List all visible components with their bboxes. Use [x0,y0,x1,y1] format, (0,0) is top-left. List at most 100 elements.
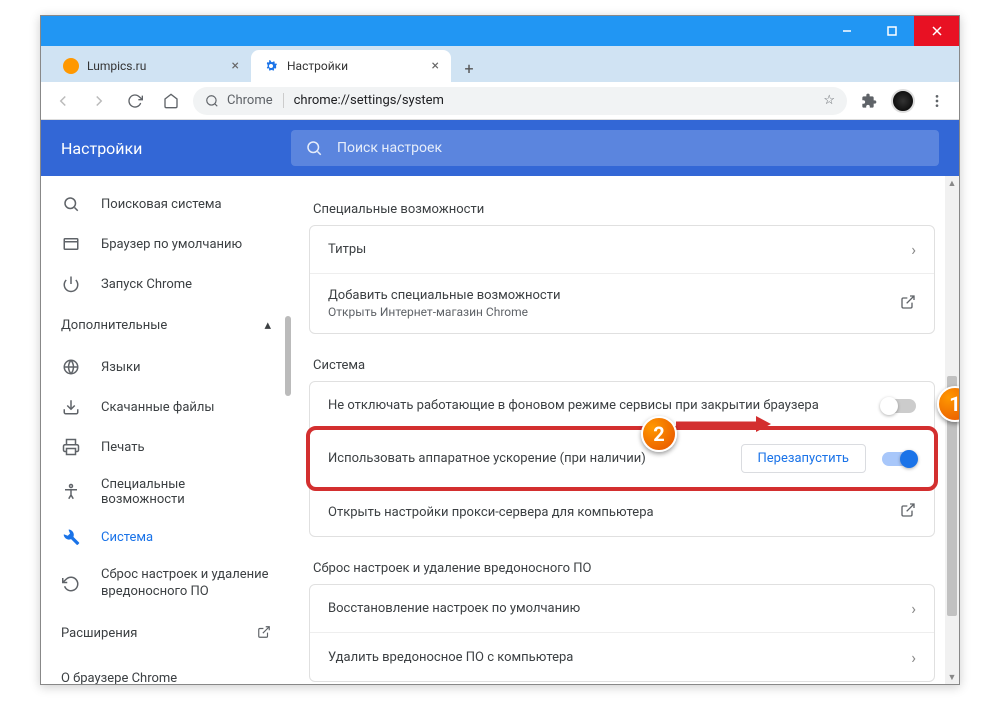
url-text: chrome://settings/system [294,93,444,108]
bookmark-star-icon[interactable]: ☆ [823,93,835,108]
row-label: Не отключать работающие в фоновом режиме… [328,398,882,413]
restore-defaults-row[interactable]: Восстановление настроек по умолчанию › [310,585,934,633]
sidebar-item-label: Скачанные файлы [101,400,215,415]
search-placeholder: Поиск настроек [337,140,442,156]
sidebar-item-downloads[interactable]: Скачанные файлы [41,387,291,427]
section-accessibility-title: Специальные возможности [309,194,935,225]
chevron-right-icon: › [911,648,916,667]
sidebar-advanced-toggle[interactable]: Дополнительные ▴ [41,304,291,347]
address-bar[interactable]: Chrome chrome://settings/system ☆ [193,87,847,115]
settings-sidebar: Поисковая система Браузер по умолчанию З… [41,176,291,684]
sidebar-item-label: Поисковая система [101,197,222,212]
chevron-right-icon: › [911,599,916,618]
back-button[interactable] [49,87,77,115]
cleanup-row[interactable]: Удалить вредоносное ПО с компьютера › [310,633,934,681]
sidebar-item-label: Печать [101,440,145,455]
section-reset-title: Сброс настроек и удаление вредоносного П… [309,553,935,584]
row-sublabel: Открыть Интернет-магазин Chrome [328,305,900,319]
tab-title: Настройки [287,59,348,73]
sidebar-item-languages[interactable]: Языки [41,347,291,387]
tab-strip: Lumpics.ru × Настройки × + [41,46,959,82]
sidebar-item-print[interactable]: Печать [41,427,291,467]
print-icon [61,437,81,457]
tab-close-icon[interactable]: × [232,58,239,74]
main-scrollbar-track[interactable]: ▲ ▼ [945,176,959,684]
hardware-accel-row[interactable]: Использовать аппаратное ускорение (при н… [310,430,934,488]
row-label: Использовать аппаратное ускорение (при н… [328,451,741,466]
settings-search-input[interactable]: Поиск настроек [291,130,939,166]
row-label: Титры [328,242,911,257]
background-apps-row[interactable]: Не отключать работающие в фоновом режиме… [310,382,934,430]
captions-row[interactable]: Титры › [310,226,934,274]
download-icon [61,397,81,417]
browser-icon [61,234,81,254]
row-label: Восстановление настроек по умолчанию [328,601,911,616]
external-link-icon [900,502,916,522]
browser-window: Lumpics.ru × Настройки × + Chrome chrome… [40,15,960,685]
new-tab-button[interactable]: + [455,54,483,82]
menu-button[interactable] [923,87,951,115]
forward-button[interactable] [85,87,113,115]
sidebar-about-link[interactable]: О браузере Chrome [41,657,291,684]
relaunch-button[interactable]: Перезапустить [741,444,866,473]
background-apps-toggle[interactable] [882,399,916,413]
sidebar-item-default-browser[interactable]: Браузер по умолчанию [41,224,291,264]
proxy-settings-row[interactable]: Открыть настройки прокси-сервера для ком… [310,488,934,536]
extensions-button[interactable] [855,87,883,115]
reset-card: Восстановление настроек по умолчанию › У… [309,584,935,682]
scroll-down-arrow[interactable]: ▼ [945,670,959,684]
sidebar-item-accessibility[interactable]: Специальные возможности [41,467,291,517]
row-label: Добавить специальные возможности Открыть… [328,288,900,319]
browser-toolbar: Chrome chrome://settings/system ☆ [41,82,959,120]
reset-icon [61,574,81,594]
sidebar-item-label: Сброс настроек и удаление вредоносного П… [101,567,271,601]
reload-button[interactable] [121,87,149,115]
window-close-button[interactable] [914,16,959,46]
tab-favicon [63,58,79,74]
tab-close-icon[interactable]: × [432,58,439,74]
row-label: Открыть настройки прокси-сервера для ком… [328,505,900,520]
accessibility-icon [61,482,81,502]
sidebar-extensions-link[interactable]: Расширения [41,611,291,657]
sidebar-item-reset[interactable]: Сброс настроек и удаление вредоносного П… [41,557,291,611]
tab-title: Lumpics.ru [87,59,146,73]
sidebar-item-label: Специальные возможности [101,477,271,507]
external-link-icon [900,294,916,314]
sidebar-extensions-label: Расширения [61,626,137,641]
chevron-up-icon: ▴ [264,318,271,333]
search-icon [305,139,323,157]
globe-icon [61,357,81,377]
sidebar-advanced-label: Дополнительные [61,318,167,333]
hardware-accel-toggle[interactable] [882,452,916,466]
system-card: Не отключать работающие в фоновом режиме… [309,381,935,537]
power-icon [61,274,81,294]
sidebar-item-label: Браузер по умолчанию [101,237,242,252]
window-minimize-button[interactable] [824,16,869,46]
row-label: Удалить вредоносное ПО с компьютера [328,650,911,665]
search-icon [61,194,81,214]
external-link-icon [257,625,271,643]
section-system-title: Система [309,350,935,381]
settings-header: Настройки Поиск настроек [41,120,959,176]
tab-lumpics[interactable]: Lumpics.ru × [51,50,251,82]
sidebar-item-search-engine[interactable]: Поисковая система [41,184,291,224]
add-accessibility-row[interactable]: Добавить специальные возможности Открыть… [310,274,934,333]
annotation-badge-1: 1 [937,386,959,422]
accessibility-card: Титры › Добавить специальные возможности… [309,225,935,334]
window-titlebar [41,16,959,46]
home-button[interactable] [157,87,185,115]
sidebar-item-system[interactable]: Система [41,517,291,557]
scroll-up-arrow[interactable]: ▲ [945,176,959,190]
profile-avatar[interactable] [891,89,915,113]
window-maximize-button[interactable] [869,16,914,46]
sidebar-about-label: О браузере Chrome [61,671,177,684]
sidebar-item-startup[interactable]: Запуск Chrome [41,264,291,304]
settings-main: Специальные возможности Титры › Добавить… [291,176,959,684]
settings-content: Поисковая система Браузер по умолчанию З… [41,176,959,684]
tab-settings[interactable]: Настройки × [251,50,451,82]
settings-title: Настройки [61,139,291,158]
url-scheme-label: Chrome [227,93,284,108]
sidebar-item-label: Система [101,530,153,545]
wrench-icon [61,527,81,547]
chevron-right-icon: › [911,240,916,259]
